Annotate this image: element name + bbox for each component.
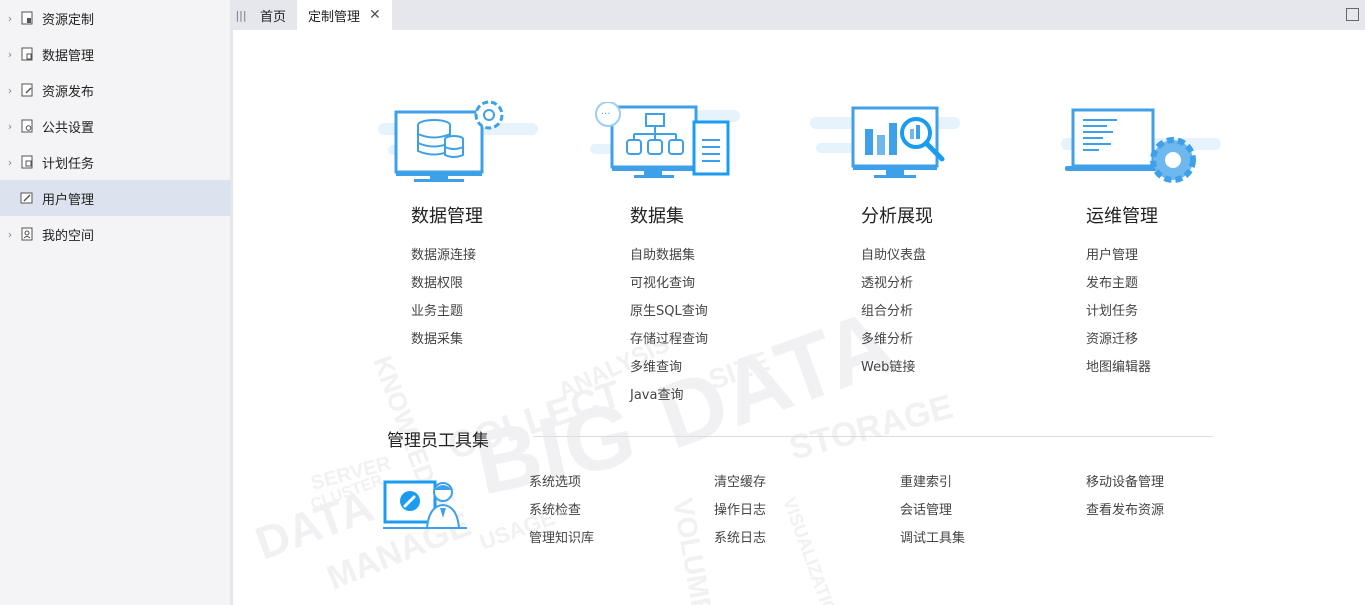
sidebar-item-label: 资源发布 bbox=[42, 84, 95, 100]
tab-bar: ||| 首页 定制管理 ✕ bbox=[233, 0, 1365, 30]
link-data-source-connection[interactable]: 数据源连接 bbox=[411, 242, 476, 270]
svg-text:VOLUME: VOLUME bbox=[667, 496, 718, 605]
link-system-options[interactable]: 系统选项 bbox=[529, 471, 581, 490]
dataset-monitor-illustration: ··· bbox=[590, 102, 740, 178]
tab-label: 定制管理 bbox=[308, 9, 361, 25]
sidebar: › 资源定制 › 数据管理 › 资源发布 › 公共设置 › 计划任务 用户管理 … bbox=[0, 0, 233, 605]
link-multidimensional-query[interactable]: 多维查询 bbox=[630, 354, 708, 382]
link-self-service-dataset[interactable]: 自助数据集 bbox=[630, 242, 708, 270]
link-stored-procedure-query[interactable]: 存储过程查询 bbox=[630, 326, 708, 354]
link-session-management[interactable]: 会话管理 bbox=[900, 499, 952, 518]
link-operation-log[interactable]: 操作日志 bbox=[714, 499, 766, 518]
chevron-right-icon[interactable]: › bbox=[0, 120, 20, 133]
link-mobile-device-management[interactable]: 移动设备管理 bbox=[1086, 471, 1164, 490]
sidebar-item-my-space[interactable]: › 我的空间 bbox=[0, 216, 230, 252]
link-native-sql-query[interactable]: 原生SQL查询 bbox=[630, 298, 708, 326]
link-resource-migration[interactable]: 资源迁移 bbox=[1086, 326, 1151, 354]
sidebar-item-label: 我的空间 bbox=[42, 228, 95, 244]
module-title: 数据集 bbox=[630, 206, 684, 227]
link-system-check[interactable]: 系统检查 bbox=[529, 499, 581, 518]
settings-doc-icon bbox=[21, 119, 33, 133]
link-java-query[interactable]: Java查询 bbox=[630, 382, 708, 410]
chevron-right-icon[interactable]: › bbox=[0, 48, 20, 61]
link-manage-knowledge-base[interactable]: 管理知识库 bbox=[529, 527, 594, 546]
module-link-list: 用户管理 发布主题 计划任务 资源迁移 地图编辑器 bbox=[1086, 242, 1151, 382]
module-title: 分析展现 bbox=[861, 206, 933, 227]
sidebar-item-label: 计划任务 bbox=[42, 156, 95, 172]
module-link-list: 自助仪表盘 透视分析 组合分析 多维分析 Web链接 bbox=[861, 242, 926, 382]
link-visual-query[interactable]: 可视化查询 bbox=[630, 270, 708, 298]
link-combined-analysis[interactable]: 组合分析 bbox=[861, 298, 926, 326]
admin-tools-title: 管理员工具集 bbox=[387, 431, 489, 451]
document-icon bbox=[21, 11, 33, 25]
sidebar-item-label: 公共设置 bbox=[42, 120, 95, 136]
maximize-icon[interactable] bbox=[1346, 8, 1359, 21]
analysis-chart-illustration bbox=[810, 106, 960, 178]
link-pivot-analysis[interactable]: 透视分析 bbox=[861, 270, 926, 298]
divider bbox=[533, 436, 1213, 437]
sidebar-item-data-management[interactable]: › 数据管理 bbox=[0, 36, 230, 72]
sidebar-item-label: 用户管理 bbox=[42, 192, 95, 208]
module-title: 运维管理 bbox=[1086, 206, 1158, 227]
link-map-editor[interactable]: 地图编辑器 bbox=[1086, 354, 1151, 382]
database-monitor-illustration bbox=[378, 100, 538, 182]
link-schedule-tasks[interactable]: 计划任务 bbox=[1086, 298, 1151, 326]
chevron-right-icon[interactable]: › bbox=[0, 12, 20, 25]
module-title: 数据管理 bbox=[411, 206, 483, 227]
close-icon[interactable]: ✕ bbox=[369, 7, 381, 23]
publish-icon bbox=[21, 83, 33, 97]
personal-space-icon bbox=[21, 227, 33, 241]
link-rebuild-index[interactable]: 重建索引 bbox=[900, 471, 952, 490]
tab-custom-management[interactable]: 定制管理 ✕ bbox=[297, 0, 392, 30]
module-link-list: 数据源连接 数据权限 业务主题 数据采集 bbox=[411, 242, 476, 354]
link-publish-topic[interactable]: 发布主题 bbox=[1086, 270, 1151, 298]
link-multidimensional-analysis[interactable]: 多维分析 bbox=[861, 326, 926, 354]
sidebar-item-label: 资源定制 bbox=[42, 12, 95, 28]
svg-text:VISUALIZATION: VISUALIZATION bbox=[779, 495, 845, 605]
tab-menu-icon[interactable]: ||| bbox=[233, 0, 249, 30]
link-clear-cache[interactable]: 清空缓存 bbox=[714, 471, 766, 490]
admin-person-illustration bbox=[383, 480, 467, 529]
tab-label: 首页 bbox=[260, 9, 287, 25]
link-system-log[interactable]: 系统日志 bbox=[714, 527, 766, 546]
sidebar-item-resource-publish[interactable]: › 资源发布 bbox=[0, 72, 230, 108]
module-link-list: 自助数据集 可视化查询 原生SQL查询 存储过程查询 多维查询 Java查询 bbox=[630, 242, 708, 410]
sidebar-item-public-settings[interactable]: › 公共设置 bbox=[0, 108, 230, 144]
svg-text:···: ··· bbox=[601, 109, 611, 120]
sidebar-item-schedule-tasks[interactable]: › 计划任务 bbox=[0, 144, 230, 180]
database-doc-icon bbox=[21, 47, 33, 61]
schedule-icon bbox=[21, 155, 33, 169]
sidebar-item-resource-custom[interactable]: › 资源定制 bbox=[0, 0, 230, 36]
ops-settings-illustration bbox=[1061, 108, 1221, 183]
chevron-right-icon[interactable]: › bbox=[0, 228, 20, 241]
link-view-published-resources[interactable]: 查看发布资源 bbox=[1086, 499, 1164, 518]
link-web-link[interactable]: Web链接 bbox=[861, 354, 926, 382]
chevron-right-icon[interactable]: › bbox=[0, 84, 20, 97]
main-content: BIG DATA DATA COLLECT STORAGE MANAGE KNO… bbox=[233, 30, 1365, 605]
chevron-right-icon[interactable]: › bbox=[0, 156, 20, 169]
user-doc-icon bbox=[20, 192, 33, 204]
tab-home[interactable]: 首页 bbox=[249, 0, 297, 30]
link-business-topic[interactable]: 业务主题 bbox=[411, 298, 476, 326]
link-data-collection[interactable]: 数据采集 bbox=[411, 326, 476, 354]
sidebar-item-label: 数据管理 bbox=[42, 48, 95, 64]
sidebar-item-user-management[interactable]: 用户管理 bbox=[0, 180, 230, 216]
link-user-management[interactable]: 用户管理 bbox=[1086, 242, 1151, 270]
link-data-permission[interactable]: 数据权限 bbox=[411, 270, 476, 298]
link-self-service-dashboard[interactable]: 自助仪表盘 bbox=[861, 242, 926, 270]
link-debug-tools[interactable]: 调试工具集 bbox=[900, 527, 965, 546]
